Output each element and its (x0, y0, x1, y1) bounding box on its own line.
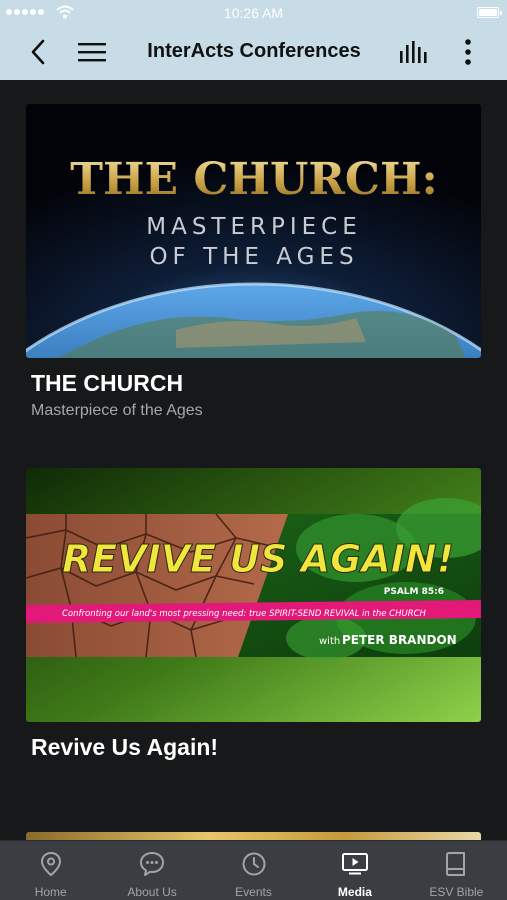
media-banner-church[interactable]: THE CHURCH: MASTERPIECE OF THE AGES (26, 104, 481, 358)
equalizer-icon (400, 41, 427, 63)
tab-label: ESV Bible (429, 885, 484, 899)
banner-line1: MASTERPIECE (146, 214, 362, 240)
battery-icon (477, 7, 502, 18)
media-title: THE CHURCH (31, 370, 184, 396)
status-bar: 10:26 AM (0, 0, 507, 24)
media-item[interactable]: REVIVE US AGAIN! PSALM 85:6 Confronting … (26, 468, 481, 761)
more-vertical-icon (465, 39, 471, 65)
location-pin-icon (40, 851, 61, 877)
tab-home[interactable]: Home (0, 841, 101, 900)
tab-label: About Us (127, 885, 177, 899)
media-item[interactable]: THE CHURCH: MASTERPIECE OF THE AGES THE … (26, 104, 481, 420)
tab-label: Home (34, 885, 67, 899)
chevron-left-icon (31, 39, 45, 65)
media-title: Revive Us Again! (31, 734, 219, 760)
banner-headline: REVIVE US AGAIN! (62, 537, 454, 581)
media-subtitle: Masterpiece of the Ages (31, 402, 203, 419)
book-icon (446, 852, 466, 876)
tab-esv-bible[interactable]: ESV Bible (406, 841, 507, 900)
banner-byline: with (319, 636, 340, 647)
menu-button[interactable] (76, 36, 108, 68)
tab-about-us[interactable]: About Us (101, 841, 202, 900)
status-time: 10:26 AM (223, 5, 284, 21)
play-screen-icon (341, 853, 368, 875)
banner-tagline: Confronting our land's most pressing nee… (62, 609, 427, 619)
tab-label: Media (337, 885, 372, 899)
tab-label: Events (235, 885, 272, 899)
tab-bar: Home About Us Events Media ESV Bible (0, 840, 507, 900)
media-list: THE CHURCH: MASTERPIECE OF THE AGES THE … (0, 80, 507, 840)
media-banner-partial[interactable] (26, 832, 481, 840)
banner-reference: PSALM 85:6 (384, 587, 444, 597)
media-banner-revive[interactable]: REVIVE US AGAIN! PSALM 85:6 Confronting … (26, 468, 481, 722)
more-options-button[interactable] (452, 36, 484, 68)
tab-media[interactable]: Media (304, 841, 405, 900)
audio-player-button[interactable] (398, 36, 430, 68)
page-title: InterActs Conferences (147, 40, 361, 62)
clock-icon (242, 852, 266, 876)
tab-events[interactable]: Events (203, 841, 304, 900)
banner-line2: OF THE AGES (149, 244, 358, 270)
navigation-bar: InterActs Conferences (0, 24, 507, 80)
banner-headline: THE CHURCH: (70, 154, 438, 205)
banner-speaker: PETER BRANDON (342, 633, 457, 647)
back-button[interactable] (22, 36, 54, 68)
chat-bubble-icon (140, 852, 165, 876)
media-item[interactable] (26, 832, 481, 840)
hamburger-menu-icon (78, 43, 106, 62)
